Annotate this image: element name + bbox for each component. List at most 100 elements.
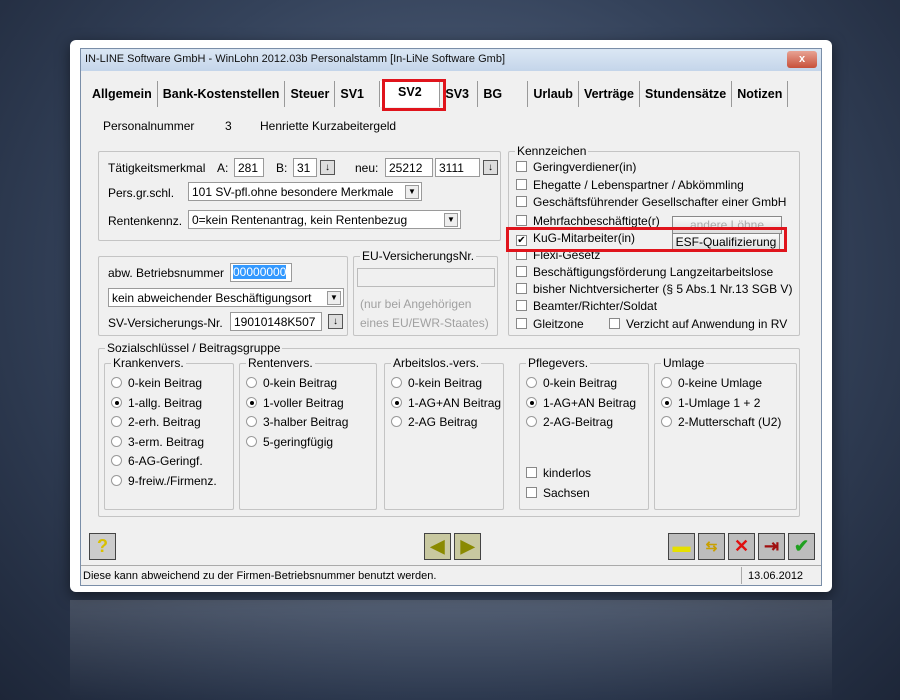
- radio-option[interactable]: 2-AG-Beitrag: [526, 415, 613, 429]
- tab-urlaub[interactable]: Urlaub: [528, 81, 579, 107]
- tab-bg[interactable]: BG: [478, 81, 529, 107]
- radio-option[interactable]: 1-AG+AN Beitrag: [526, 396, 636, 410]
- radio-button: [246, 416, 257, 427]
- kennzeichen-checkbox[interactable]: Geringverdiener(in): [516, 160, 636, 174]
- persgr-label: Pers.gr.schl.: [108, 186, 175, 200]
- rentenkennz-value: 0=kein Rentenantrag, kein Rentenbezug: [192, 213, 408, 227]
- tab-stundensaetze[interactable]: Stundensätze: [640, 81, 733, 107]
- radio-button: [526, 416, 537, 427]
- radio-option[interactable]: 0-kein Beitrag: [111, 376, 202, 390]
- down-arrow-icon[interactable]: ↓: [328, 314, 343, 329]
- radio-label: 1-voller Beitrag: [263, 395, 344, 410]
- b-label: B:: [276, 161, 288, 175]
- betriebsnummer-input[interactable]: 00000000: [230, 263, 292, 282]
- tab-notizen[interactable]: Notizen: [732, 81, 789, 107]
- neu-input-2[interactable]: 3111: [435, 158, 480, 177]
- checkbox-box: [516, 266, 527, 277]
- checkbox-box: [609, 318, 620, 329]
- persgr-select[interactable]: 101 SV-pfl.ohne besondere Merkmale ▼: [188, 182, 422, 201]
- radio-group-title: Arbeitslos.-vers.: [391, 356, 482, 370]
- kennzeichen-checkbox[interactable]: Beamter/Richter/Soldat: [516, 299, 657, 313]
- tab-allgemein[interactable]: Allgemein: [87, 81, 158, 107]
- window-reflection: [70, 600, 832, 700]
- status-date: 13.06.2012: [741, 567, 819, 584]
- rentenkennz-select[interactable]: 0=kein Rentenantrag, kein Rentenbezug ▼: [188, 210, 461, 229]
- neu-input-1[interactable]: 25212: [385, 158, 433, 177]
- a-input[interactable]: 281: [234, 158, 264, 177]
- b-input[interactable]: 31: [293, 158, 317, 177]
- checkbox-box: [516, 179, 527, 190]
- eu-input[interactable]: [357, 268, 495, 287]
- kennzeichen-checkbox[interactable]: bisher Nichtversicherter (§ 5 Abs.1 Nr.1…: [516, 282, 792, 296]
- a-label: A:: [217, 161, 229, 175]
- tab-bank-kostenstellen[interactable]: Bank-Kostenstellen: [158, 81, 286, 107]
- window-title: IN-LINE Software GmbH - WinLohn 2012.03b…: [85, 53, 506, 65]
- radio-option[interactable]: 0-kein Beitrag: [526, 376, 617, 390]
- radio-option[interactable]: 1-AG+AN Beitrag: [391, 396, 501, 410]
- personalnummer-label: Personalnummer: [103, 119, 195, 133]
- radio-label: 1-Umlage 1 + 2: [678, 395, 761, 410]
- radio-option[interactable]: 0-keine Umlage: [661, 376, 762, 390]
- kennzeichen-checkbox[interactable]: Geschäftsführender Gesellschafter einer …: [516, 195, 786, 209]
- kennzeichen-label: Ehegatte / Lebenspartner / Abkömmling: [533, 178, 744, 192]
- radio-group-title: Umlage: [661, 356, 707, 370]
- radio-option[interactable]: 1-Umlage 1 + 2: [661, 396, 760, 410]
- down-arrow-icon[interactable]: ↓: [483, 160, 498, 175]
- status-message: Diese kann abweichend zu der Firmen-Betr…: [83, 570, 437, 582]
- kennzeichen-checkbox[interactable]: Gleitzone: [516, 317, 584, 331]
- radio-group: Krankenvers. 0-kein Beitrag 1-allg. Beitra…: [104, 356, 234, 510]
- tab-sv3[interactable]: SV3: [440, 81, 479, 107]
- delete-x-icon[interactable]: ✕: [728, 533, 755, 560]
- radio-label: 0-kein Beitrag: [543, 376, 618, 390]
- kennzeichen-checkbox[interactable]: Beschäftigungsförderung Langzeitarbeitsl…: [516, 265, 773, 279]
- sv-nr-input[interactable]: 19010148K507: [230, 312, 322, 331]
- kennzeichen-checkbox[interactable]: Verzicht auf Anwendung in RV: [609, 317, 787, 331]
- persgr-value: 101 SV-pfl.ohne besondere Merkmale: [192, 185, 394, 199]
- radio-option[interactable]: 2-AG Beitrag: [391, 415, 477, 429]
- betriebsnummer-group: abw. Betriebsnummer 00000000 kein abweic…: [98, 256, 348, 336]
- checkbox-box: [516, 215, 527, 226]
- radio-option[interactable]: 3-erm. Beitrag: [111, 435, 204, 449]
- radio-label: 1-allg. Beitrag: [128, 395, 203, 410]
- radio-option[interactable]: 6-AG-Geringf.: [111, 454, 203, 468]
- radio-button: [391, 396, 402, 408]
- checkbox-box: [516, 318, 527, 329]
- down-arrow-icon[interactable]: ↓: [320, 160, 335, 175]
- previous-arrow-icon[interactable]: ◀: [424, 533, 451, 560]
- checkbox-box: [516, 300, 527, 311]
- tree-transfer-icon[interactable]: ⇆: [698, 533, 725, 560]
- kennzeichen-checkbox[interactable]: Ehegatte / Lebenspartner / Abkömmling: [516, 178, 744, 192]
- radio-option[interactable]: 3-halber Beitrag: [246, 415, 348, 429]
- next-arrow-icon[interactable]: ▶: [454, 533, 481, 560]
- kennzeichen-checkbox[interactable]: Mehrfachbeschäftigte(r): [516, 214, 660, 228]
- radio-option[interactable]: 0-kein Beitrag: [246, 376, 337, 390]
- radio-button: [391, 416, 402, 427]
- radio-option[interactable]: 9-freiw./Firmenz.: [111, 474, 217, 488]
- radio-option[interactable]: 1-voller Beitrag: [246, 396, 344, 410]
- sv-nr-label: SV-Versicherungs-Nr.: [108, 316, 223, 330]
- kennzeichen-label: Geschäftsführender Gesellschafter einer …: [533, 195, 787, 209]
- radio-option[interactable]: 1-allg. Beitrag: [111, 396, 202, 410]
- kinderlos-checkbox[interactable]: kinderlos: [526, 466, 591, 480]
- beschaeftigungsort-select[interactable]: kein abweichender Beschäftigungsort ▼: [108, 288, 344, 307]
- title-bar: IN-LINE Software GmbH - WinLohn 2012.03b…: [81, 49, 821, 71]
- help-icon[interactable]: ?: [89, 533, 116, 560]
- save-check-icon[interactable]: ✔: [788, 533, 815, 560]
- close-button[interactable]: x: [787, 51, 817, 68]
- radio-group: Umlage 0-keine Umlage 1-Umlage 1 + 2 2-Mutt…: [654, 356, 797, 510]
- tab-vertraege[interactable]: Verträge: [579, 81, 640, 107]
- sachsen-checkbox[interactable]: Sachsen: [526, 486, 590, 500]
- kennzeichen-label: Beschäftigungsförderung Langzeitarbeitsl…: [533, 265, 774, 279]
- radio-option[interactable]: 5-geringfügig: [246, 435, 333, 449]
- tab-steuer[interactable]: Steuer: [285, 81, 336, 107]
- tab-sv1[interactable]: SV1: [335, 81, 381, 107]
- radio-group-title: Pflegevers.: [526, 356, 591, 370]
- exit-door-icon[interactable]: ⇥: [758, 533, 785, 560]
- kennzeichen-title: Kennzeichen: [515, 144, 589, 158]
- kinderlos-label: kinderlos: [543, 466, 592, 480]
- folder-icon[interactable]: ▬: [668, 533, 695, 560]
- radio-option[interactable]: 2-Mutterschaft (U2): [661, 415, 781, 429]
- radio-option[interactable]: 0-kein Beitrag: [391, 376, 482, 390]
- radio-option[interactable]: 2-erh. Beitrag: [111, 415, 201, 429]
- status-bar: Diese kann abweichend zu der Firmen-Betr…: [81, 565, 821, 585]
